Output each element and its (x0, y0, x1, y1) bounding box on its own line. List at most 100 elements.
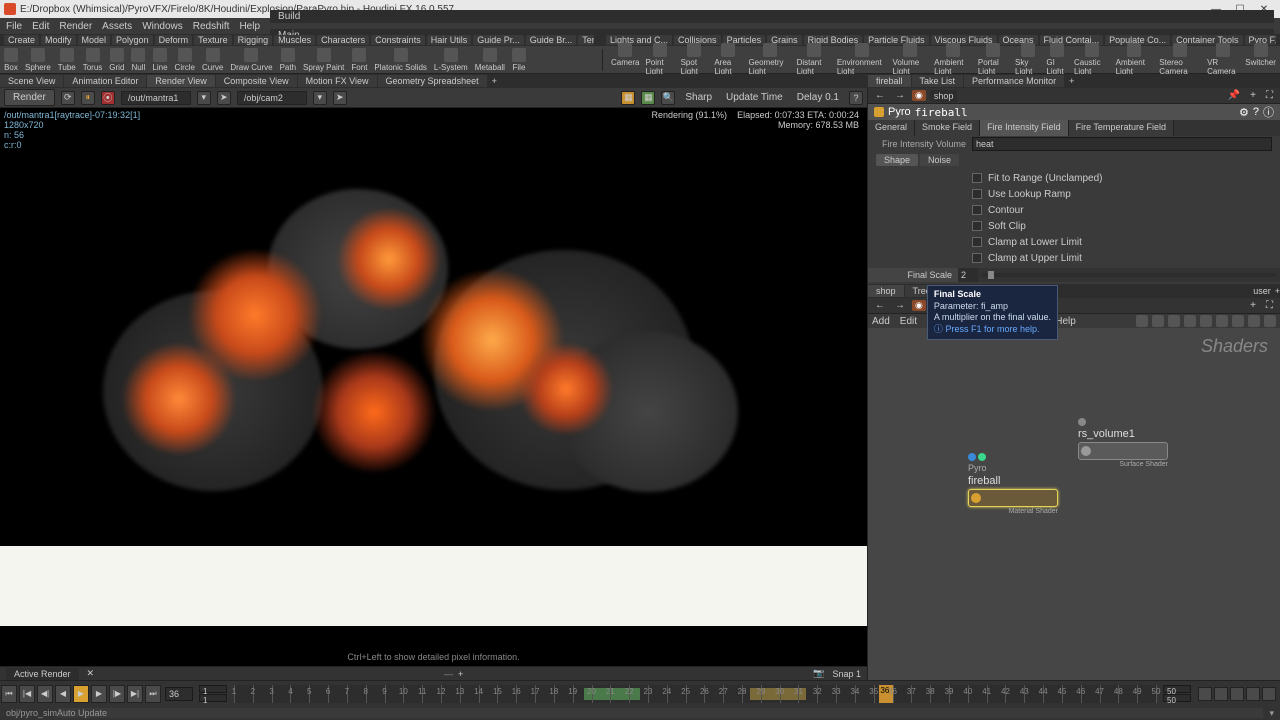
menu-windows[interactable]: Windows (142, 21, 183, 32)
node-info-icon[interactable]: ⓘ (1263, 104, 1274, 120)
snapshot-icon[interactable]: 📷 (813, 668, 824, 679)
shelf-tab-left-6[interactable]: Rigging (234, 35, 273, 45)
play-button[interactable]: ▶ (73, 685, 89, 703)
shelf-tab-left-2[interactable]: Model (78, 35, 111, 45)
close-snap-icon[interactable]: ✕ (87, 668, 95, 679)
shelf-tool-caustic-light[interactable]: Caustic Light (1074, 43, 1110, 76)
shelf-tool-torus[interactable]: Torus (83, 48, 103, 72)
net-ico-5[interactable] (1200, 315, 1212, 327)
menu-edit[interactable]: Edit (32, 21, 49, 32)
correction-label[interactable]: Sharp (681, 92, 716, 103)
net-fwd-icon[interactable]: → (892, 300, 908, 311)
desktop-build[interactable]: Build (270, 10, 1274, 23)
rop-menu-icon[interactable]: ▾ (197, 91, 211, 105)
node-fireball[interactable]: Pyro fireball Material Shader (968, 453, 1058, 515)
help-icon[interactable]: ? (849, 91, 863, 105)
right-tab-2[interactable]: Performance Monitor (964, 75, 1064, 87)
left-tab-2[interactable]: Render View (147, 75, 214, 87)
prev-key-button[interactable]: |◀ (19, 685, 35, 703)
shelf-tool-line[interactable]: Line (152, 48, 167, 72)
context-icon[interactable]: ◉ (912, 90, 926, 101)
shelf-tool-camera[interactable]: Camera (611, 43, 639, 76)
net-search-icon[interactable] (1264, 315, 1276, 327)
net-ico-4[interactable] (1184, 315, 1196, 327)
shelf-tool-ambient-light[interactable]: Ambient Light (1116, 43, 1154, 76)
net-back-icon[interactable]: ← (872, 300, 888, 311)
render-viewport[interactable]: /out/mantra1[raytrace]-07:19:32[1] 1280x… (0, 108, 867, 666)
shelf-tool-null[interactable]: Null (131, 48, 145, 72)
status-menu-icon[interactable]: ▾ (1269, 708, 1274, 719)
shelf-tab-left-5[interactable]: Texture (194, 35, 232, 45)
param-tab-1[interactable]: Smoke Field (915, 120, 980, 136)
shelf-tool-spray-paint[interactable]: Spray Paint (303, 48, 344, 72)
shelf-tool-curve[interactable]: Curve (202, 48, 223, 72)
net-add[interactable]: + (1247, 300, 1259, 311)
global-start[interactable]: 1 (199, 694, 227, 702)
net-context-icon[interactable]: ◉ (912, 300, 926, 311)
shelf-tool-gi-light[interactable]: GI Light (1046, 43, 1068, 76)
check-4[interactable] (972, 237, 982, 247)
scope-icon[interactable] (1246, 687, 1260, 701)
node-help-icon[interactable]: ? (1253, 106, 1259, 118)
active-render-tab[interactable]: Active Render (6, 668, 79, 680)
param-tab-0[interactable]: General (868, 120, 915, 136)
camera-menu-icon[interactable]: ▾ (313, 91, 327, 105)
check-2[interactable] (972, 205, 982, 215)
pin-icon[interactable]: 📌 (1225, 90, 1243, 101)
nav-fwd-icon[interactable]: → (892, 90, 908, 101)
audio-icon[interactable] (1214, 687, 1228, 701)
key-icon[interactable] (1230, 687, 1244, 701)
left-tab-5[interactable]: Geometry Spreadsheet (378, 75, 487, 87)
shelf-tool-stereo-camera[interactable]: Stereo Camera (1159, 43, 1201, 76)
shelf-tool-draw-curve[interactable]: Draw Curve (230, 48, 272, 72)
node-rs-volume1[interactable]: rs_volume1 Surface Shader (1078, 418, 1168, 468)
shelf-tool-ambient-light[interactable]: Ambient Light (934, 43, 972, 76)
realtime-icon[interactable] (1198, 687, 1212, 701)
play-fwd-button[interactable]: ▶ (91, 685, 107, 703)
add-snap[interactable]: + (458, 669, 463, 679)
check-1[interactable] (972, 189, 982, 199)
shelf-tool-platonic-solids[interactable]: Platonic Solids (374, 48, 426, 72)
net-menu-add[interactable]: Add (872, 316, 890, 327)
shelf-tab-left-1[interactable]: Modify (41, 35, 76, 45)
shelf-tool-sky-light[interactable]: Sky Light (1015, 43, 1040, 76)
shelf-tool-box[interactable]: Box (4, 48, 18, 72)
shelf-tool-switcher[interactable]: Switcher (1245, 43, 1276, 76)
refresh-icon[interactable]: ⟳ (61, 91, 75, 105)
shelf-tool-tube[interactable]: Tube (58, 48, 76, 72)
fire-intensity-volume-input[interactable] (972, 137, 1272, 151)
network-user[interactable]: user (1249, 286, 1275, 296)
camera-path[interactable]: /obj/cam2 (237, 91, 307, 105)
left-tab-0[interactable]: Scene View (0, 75, 63, 87)
shelf-tool-point-light[interactable]: Point Light (645, 43, 674, 76)
net-menu-help[interactable]: Help (1055, 316, 1076, 327)
right-tab-0[interactable]: fireball (868, 75, 911, 87)
shelf-tab-left-8[interactable]: Characters (317, 35, 369, 45)
net-ico-1[interactable] (1136, 315, 1148, 327)
step-back-button[interactable]: ◀| (37, 685, 53, 703)
shelf-tab-left-0[interactable]: Create (4, 35, 39, 45)
add-pane-tab-right[interactable]: + (1069, 76, 1074, 86)
shelf-tool-spot-light[interactable]: Spot Light (681, 43, 709, 76)
final-scale-slider[interactable] (982, 273, 1276, 277)
step-fwd-button[interactable]: |▶ (109, 685, 125, 703)
right-tab-1[interactable]: Take List (912, 75, 964, 87)
shelf-tool-path[interactable]: Path (280, 48, 296, 72)
global-end[interactable]: 50 (1163, 694, 1191, 702)
stop-icon[interactable]: ⦿ (101, 91, 115, 105)
shelf-tool-environment-light[interactable]: Environment Light (837, 43, 887, 76)
check-0[interactable] (972, 173, 982, 183)
snap-label[interactable]: Snap 1 (832, 669, 861, 679)
rop-jump-icon[interactable]: ➤ (217, 91, 231, 105)
play-back-button[interactable]: ◀ (55, 685, 71, 703)
network-view[interactable]: Shaders rs_volume1 Surface Shader Pyro f… (868, 328, 1280, 680)
range-end[interactable]: 50 (1163, 685, 1191, 693)
shelf-tool-volume-light[interactable]: Volume Light (893, 43, 929, 76)
net-ico-2[interactable] (1152, 315, 1164, 327)
shelf-tool-portal-light[interactable]: Portal Light (978, 43, 1009, 76)
shelf-tool-sphere[interactable]: Sphere (25, 48, 51, 72)
node-name[interactable]: fireball (915, 106, 968, 119)
status-update-mode[interactable]: Auto Update (57, 708, 1263, 718)
timeline-track[interactable]: 36 1234567891011121314151617181920212223… (234, 685, 1156, 703)
expand-icon[interactable]: ⛶ (1263, 90, 1276, 101)
